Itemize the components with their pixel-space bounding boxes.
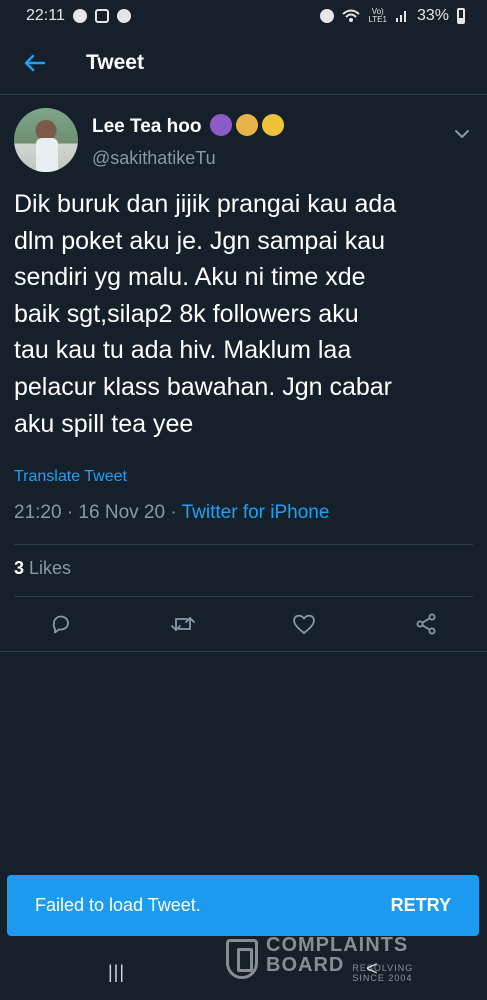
retweet-button[interactable]	[161, 602, 205, 646]
retweet-icon	[170, 617, 195, 631]
watermark-line2: BOARD	[266, 954, 345, 976]
watermark-tagline: RESOLVING SINCE 2004	[352, 963, 413, 983]
likes-label: Likes	[24, 558, 72, 578]
back-button[interactable]	[14, 43, 54, 83]
tweet-author: Lee Tea hoo @sakithatikeTu	[14, 108, 474, 178]
avatar[interactable]	[14, 108, 78, 172]
reply-icon	[52, 615, 69, 634]
phone-icon	[116, 9, 131, 23]
translate-tweet-link[interactable]: Translate Tweet	[14, 468, 127, 486]
divider	[14, 596, 473, 597]
retry-button[interactable]: RETRY	[391, 895, 451, 916]
share-button[interactable]	[404, 602, 448, 646]
tweet-text: Dik buruk dan jijik prangai kau ada dlm …	[14, 190, 397, 438]
watermark-tag2: SINCE 2004	[352, 973, 413, 983]
snackbar-message: Failed to load Tweet.	[35, 895, 201, 915]
wifi-icon	[342, 9, 361, 22]
error-snackbar: Failed to load Tweet. RETRY	[7, 875, 479, 936]
watermark-line2-row: BOARD RESOLVING SINCE 2004	[266, 955, 413, 983]
watermark-line1: COMPLAINTS	[266, 934, 409, 956]
share-icon	[416, 613, 436, 635]
like-icon	[293, 614, 316, 634]
tweet-actions	[0, 598, 487, 650]
likes-count: 3	[14, 558, 25, 578]
watermark-tag1: RESOLVING	[352, 963, 414, 973]
author-display-name[interactable]: Lee Tea hoo	[92, 116, 201, 138]
tweet-meta: 21:20 · 16 Nov 20 · Twitter for iPhone	[14, 502, 329, 524]
watermark-logo: COMPLAINTS BOARD RESOLVING SINCE 2004	[226, 934, 413, 984]
tweet-options-button[interactable]	[450, 122, 474, 146]
tweet-source-link[interactable]: Twitter for iPhone	[182, 502, 330, 523]
alarm-icon	[320, 9, 335, 23]
recent-apps-button[interactable]: |||	[108, 962, 125, 983]
battery-percent: 33%	[416, 7, 449, 24]
status-time: 22:11	[26, 7, 65, 24]
volte-label: Vo) LTE1	[368, 7, 387, 24]
tweet-timestamp: 21:20 · 16 Nov 20 ·	[14, 502, 182, 523]
status-left: 22:11	[26, 7, 131, 25]
divider	[0, 651, 487, 652]
divider	[14, 544, 473, 545]
shield-logo-icon	[226, 939, 258, 979]
back-arrow-icon	[24, 54, 45, 72]
page-title: Tweet	[86, 51, 144, 74]
author-handle[interactable]: @sakithatikeTu	[92, 148, 216, 169]
chevron-down-icon	[455, 130, 469, 138]
whatsapp-icon	[72, 9, 87, 23]
name-emojis	[210, 114, 284, 136]
likes-row[interactable]: 3 Likes	[14, 558, 71, 579]
status-right: Vo) LTE1 33%	[320, 7, 465, 25]
watermark-text: COMPLAINTS BOARD RESOLVING SINCE 2004	[266, 935, 413, 983]
graduate-emoji-icon	[236, 114, 258, 136]
like-button[interactable]	[282, 602, 326, 646]
system-back-button[interactable]: <	[366, 958, 378, 981]
gallery-icon	[94, 9, 109, 23]
status-bar: 22:11 Vo) LTE1 33%	[0, 0, 487, 32]
reply-button[interactable]	[39, 602, 83, 646]
battery-icon	[457, 8, 465, 24]
construction-worker-emoji-icon	[262, 114, 284, 136]
smiling-devil-emoji-icon	[210, 114, 232, 136]
signal-icon	[395, 11, 406, 22]
app-header: Tweet	[0, 32, 487, 95]
